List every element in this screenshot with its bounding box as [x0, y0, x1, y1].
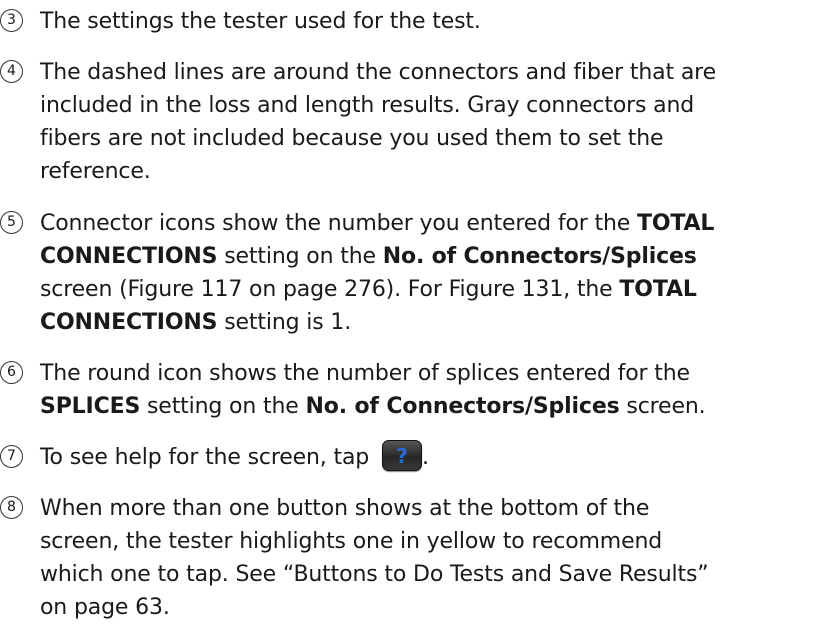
text-run: fibers are not included because you used…	[40, 126, 664, 151]
text-run: reference.	[40, 159, 151, 184]
text-line: included in the loss and length results.…	[40, 89, 818, 122]
text-line: reference.	[40, 155, 818, 188]
text-run: which one to tap. See “Buttons to Do Tes…	[40, 562, 709, 587]
text-line: which one to tap. See “Buttons to Do Tes…	[40, 558, 818, 591]
text-line: The settings the tester used for the tes…	[40, 5, 818, 38]
text-run: screen.	[619, 394, 706, 419]
help-button-icon: ?	[381, 439, 422, 471]
text-run: The round icon shows the number of splic…	[40, 361, 690, 386]
item-number-badge: 7	[0, 445, 23, 468]
text-line: CONNECTIONS setting on the No. of Connec…	[40, 240, 818, 273]
text-line: To see help for the screen, tap ?.	[40, 439, 818, 474]
item-text: To see help for the screen, tap ?.	[40, 439, 818, 474]
text-run: .	[421, 445, 429, 470]
text-line: The dashed lines are around the connecto…	[40, 56, 818, 89]
item-number-badge: 6	[0, 361, 23, 384]
text-line: fibers are not included because you used…	[40, 122, 818, 155]
item-number-badge: 4	[0, 60, 23, 83]
bold-term: SPLICES	[40, 394, 141, 419]
bold-term: No. of Connectors/Splices	[382, 244, 697, 269]
item-text: The dashed lines are around the connecto…	[40, 56, 818, 188]
item-text: Connector icons show the number you ente…	[40, 207, 818, 339]
bold-term: TOTAL	[637, 211, 715, 236]
text-line: on page 63.	[40, 591, 818, 624]
text-run: setting on the	[217, 244, 383, 269]
bold-term: No. of Connectors/Splices	[305, 394, 620, 419]
text-run: included in the loss and length results.…	[40, 93, 695, 118]
document-page: 3 The settings the tester used for the te…	[0, 0, 821, 637]
text-line: screen, the tester highlights one in yel…	[40, 525, 818, 558]
text-run: Connector icons show the number you ente…	[40, 211, 637, 236]
text-run: The dashed lines are around the connecto…	[40, 60, 716, 85]
bold-term: TOTAL	[619, 277, 697, 302]
text-run: The settings the tester used for the tes…	[40, 9, 481, 34]
item-number-badge: 8	[0, 496, 23, 519]
text-run: To see help for the screen, tap	[40, 445, 376, 470]
text-run: setting on the	[140, 394, 306, 419]
text-line: CONNECTIONS setting is 1.	[40, 306, 818, 339]
question-mark-glyph: ?	[396, 443, 408, 468]
text-run: screen, the tester highlights one in yel…	[40, 529, 663, 554]
text-run: on page 63.	[40, 595, 170, 620]
item-text: The round icon shows the number of splic…	[40, 357, 818, 423]
text-run: When more than one button shows at the b…	[40, 496, 650, 521]
text-line: SPLICES setting on the No. of Connectors…	[40, 390, 818, 423]
text-line: screen (Figure 117 on page 276). For Fig…	[40, 273, 818, 306]
item-number-badge: 3	[0, 9, 23, 32]
text-run: setting is 1.	[217, 310, 352, 335]
text-line: The round icon shows the number of splic…	[40, 357, 818, 390]
item-number-badge: 5	[0, 211, 23, 234]
text-line: Connector icons show the number you ente…	[40, 207, 818, 240]
bold-term: CONNECTIONS	[40, 310, 218, 335]
text-run: screen (Figure 117 on page 276). For Fig…	[40, 277, 620, 302]
item-text: The settings the tester used for the tes…	[40, 5, 818, 38]
text-line: When more than one button shows at the b…	[40, 492, 818, 525]
bold-term: CONNECTIONS	[40, 244, 218, 269]
item-text: When more than one button shows at the b…	[40, 492, 818, 624]
